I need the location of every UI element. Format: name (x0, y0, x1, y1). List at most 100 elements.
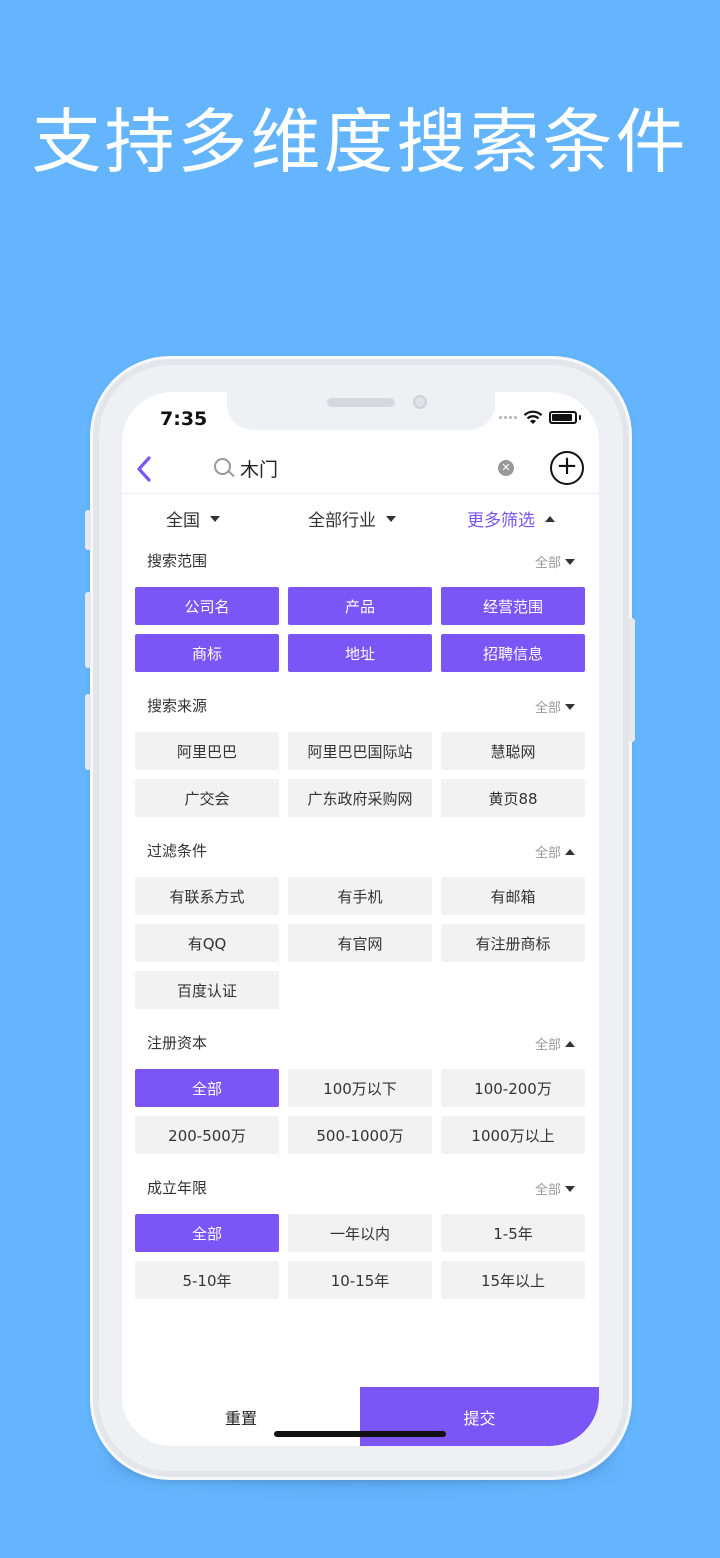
filter-region-label: 全国 (166, 511, 200, 531)
status-icons (499, 410, 581, 425)
front-camera (413, 395, 427, 409)
section-header: 注册资本 全部 (147, 1032, 585, 1056)
caret-up-icon (565, 848, 575, 855)
section-header: 过滤条件 全部 (147, 840, 585, 864)
phone-volume-down (85, 694, 91, 770)
option-chip[interactable]: 200-500万 (135, 1116, 279, 1154)
section-all-toggle[interactable]: 全部 (535, 697, 575, 716)
section-title: 搜索范围 (147, 552, 208, 570)
option-grid: 全部 一年以内 1-5年 5-10年 10-15年 15年以上 (135, 1214, 585, 1299)
option-chip[interactable]: 15年以上 (441, 1261, 585, 1299)
option-chip[interactable]: 1000万以上 (441, 1116, 585, 1154)
section-all-label: 全部 (534, 701, 561, 716)
phone-power-button (629, 618, 635, 742)
option-chip[interactable]: 商标 (135, 634, 279, 672)
phone-notch (227, 392, 495, 430)
signal-icon (499, 416, 517, 419)
status-time: 7:35 (160, 408, 208, 430)
section-scope: 搜索范围 全部公司名 产品 经营范围商标 地址 招聘信息 (135, 550, 585, 672)
option-chip[interactable]: 全部 (135, 1214, 279, 1252)
filter-bar: 全国 全部行业 更多筛选 (122, 502, 599, 536)
section-all-label: 全部 (534, 1038, 561, 1053)
option-chip[interactable]: 阿里巴巴国际站 (288, 732, 432, 770)
option-chip[interactable]: 有联系方式 (135, 877, 279, 915)
section-all-toggle[interactable]: 全部 (535, 842, 575, 861)
section-all-label: 全部 (534, 1183, 561, 1198)
home-indicator (274, 1431, 446, 1437)
option-grid: 有联系方式 有手机 有邮箱有QQ 有官网 有注册商标百度认证 (135, 877, 585, 1009)
clear-search-icon[interactable]: ✕ (498, 460, 514, 476)
app-screen: 7:35 ✕ + 全国 全部行业 更多筛选 搜索范围全 (122, 392, 599, 1446)
section-all-label: 全部 (534, 846, 561, 861)
option-chip[interactable]: 1-5年 (441, 1214, 585, 1252)
section-all-toggle[interactable]: 全部 (535, 1034, 575, 1053)
search-bar: ✕ + (122, 444, 599, 494)
caret-down-icon (565, 1185, 575, 1192)
option-chip[interactable]: 阿里巴巴 (135, 732, 279, 770)
option-chip[interactable]: 有官网 (288, 924, 432, 962)
bottom-action-bar: 重置 提交 (122, 1387, 599, 1446)
section-title: 成立年限 (147, 1179, 208, 1197)
option-chip[interactable]: 有邮箱 (441, 877, 585, 915)
section-years: 成立年限 全部 全部 一年以内 1-5年 5-10年 10-15年 15年以上 (135, 1177, 585, 1299)
search-icon (214, 458, 231, 475)
option-chip[interactable]: 500-1000万 (288, 1116, 432, 1154)
section-all-toggle[interactable]: 全部 (535, 1179, 575, 1198)
wifi-icon (523, 410, 543, 424)
option-grid: 公司名 产品 经营范围商标 地址 招聘信息 (135, 587, 585, 672)
caret-down-icon (386, 515, 396, 522)
submit-button[interactable]: 提交 (360, 1387, 599, 1446)
section-title: 注册资本 (147, 1034, 208, 1052)
option-chip[interactable]: 5-10年 (135, 1261, 279, 1299)
option-chip[interactable]: 慧聪网 (441, 732, 585, 770)
caret-down-icon (565, 558, 575, 565)
option-grid: 全部 100万以下 100-200万 200-500万 500-1000万 1000万以上 (135, 1069, 585, 1154)
phone-volume-up (85, 592, 91, 668)
filter-industry[interactable]: 全部行业 (308, 506, 396, 531)
caret-down-icon (210, 515, 220, 522)
option-chip[interactable]: 有手机 (288, 877, 432, 915)
option-grid: 阿里巴巴 阿里巴巴国际站 慧聪网广交会 广东政府采购网 黄页88 (135, 732, 585, 817)
battery-icon (549, 411, 577, 424)
filter-industry-label: 全部行业 (308, 511, 376, 531)
option-chip[interactable]: 产品 (288, 587, 432, 625)
option-chip[interactable]: 10-15年 (288, 1261, 432, 1299)
caret-up-icon (545, 515, 555, 522)
caret-up-icon (565, 1040, 575, 1047)
option-chip[interactable]: 广交会 (135, 779, 279, 817)
option-chip[interactable]: 有注册商标 (441, 924, 585, 962)
section-all-label: 全部 (534, 556, 561, 571)
section-capital: 注册资本 全部 全部 100万以下 100-200万 200-500万 500-1000万 1… (135, 1032, 585, 1154)
option-chip[interactable]: 有QQ (135, 924, 279, 962)
option-chip[interactable]: 100万以下 (288, 1069, 432, 1107)
option-chip[interactable]: 全部 (135, 1069, 279, 1107)
caret-down-icon (565, 703, 575, 710)
back-chevron-icon[interactable] (134, 454, 154, 490)
search-input[interactable] (240, 454, 490, 482)
section-all-toggle[interactable]: 全部 (535, 552, 575, 571)
filter-region[interactable]: 全国 (166, 506, 220, 531)
add-plus-icon[interactable]: + (550, 451, 584, 485)
option-chip[interactable]: 经营范围 (441, 587, 585, 625)
option-chip[interactable]: 一年以内 (288, 1214, 432, 1252)
section-title: 搜索来源 (147, 697, 208, 715)
option-chip[interactable]: 招聘信息 (441, 634, 585, 672)
speaker-grille (327, 398, 395, 407)
section-header: 搜索来源 全部 (147, 695, 585, 719)
option-chip[interactable]: 公司名 (135, 587, 279, 625)
section-title: 过滤条件 (147, 842, 208, 860)
option-chip[interactable]: 百度认证 (135, 971, 279, 1009)
option-chip[interactable]: 地址 (288, 634, 432, 672)
option-chip[interactable]: 100-200万 (441, 1069, 585, 1107)
phone-mute-switch (85, 510, 91, 550)
reset-button[interactable]: 重置 (122, 1387, 360, 1446)
section-header: 成立年限 全部 (147, 1177, 585, 1201)
section-source: 搜索来源 全部阿里巴巴 阿里巴巴国际站 慧聪网广交会 广东政府采购网 黄页88 (135, 695, 585, 817)
section-conditions: 过滤条件 全部有联系方式 有手机 有邮箱有QQ 有官网 有注册商标百度认证 (135, 840, 585, 1009)
option-chip[interactable]: 黄页88 (441, 779, 585, 817)
option-chip[interactable]: 广东政府采购网 (288, 779, 432, 817)
section-header: 搜索范围 全部 (147, 550, 585, 574)
filter-more[interactable]: 更多筛选 (467, 506, 555, 531)
filter-more-label: 更多筛选 (467, 511, 535, 531)
battery-tip (579, 415, 581, 420)
